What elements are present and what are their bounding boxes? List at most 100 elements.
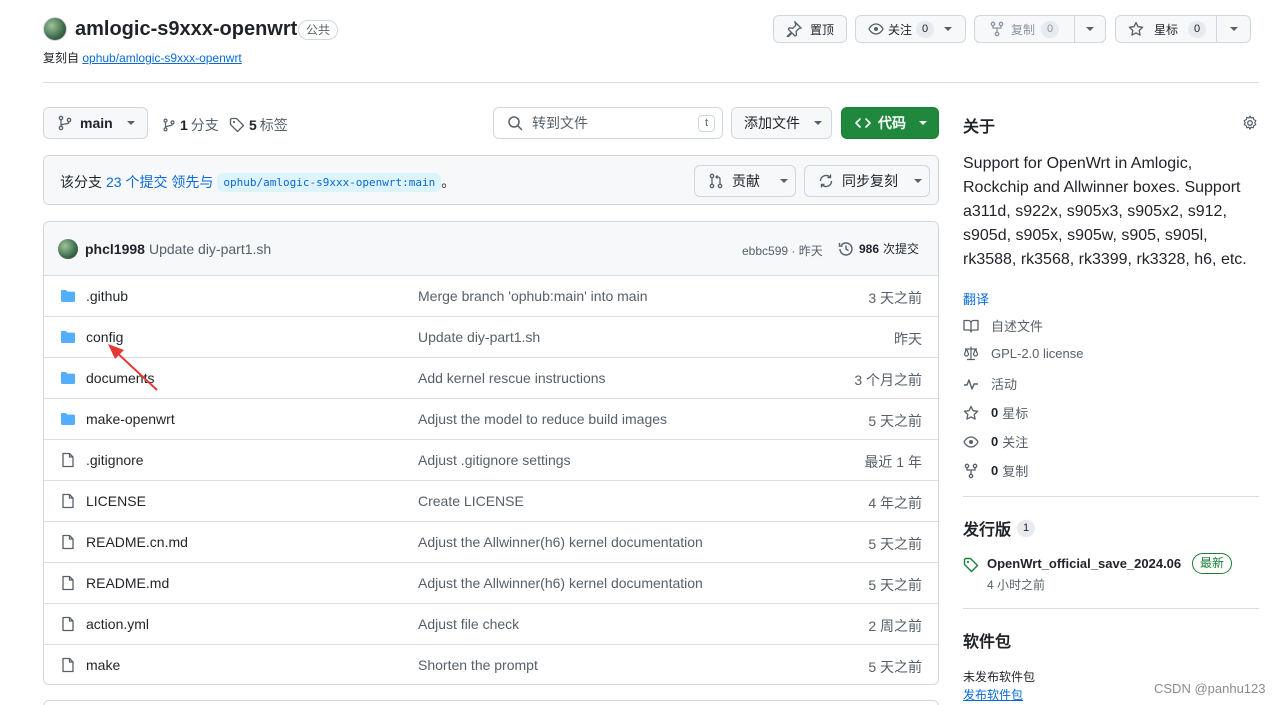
- translate-link[interactable]: 翻译: [963, 289, 989, 308]
- commit-message[interactable]: Update diy-part1.sh: [149, 241, 271, 257]
- folder-icon: [60, 411, 76, 427]
- branch-count-icon: [163, 118, 175, 132]
- activity-label: 活动: [991, 377, 1018, 392]
- repo-name[interactable]: amlogic-s9xxx-openwrt: [75, 18, 297, 41]
- file-row[interactable]: LICENSE Create LICENSE 4 年之前: [44, 480, 938, 521]
- file-row[interactable]: README.cn.md Adjust the Allwinner(h6) ker…: [44, 521, 938, 562]
- file-icon: [60, 575, 76, 591]
- tags-link[interactable]: 5 标签: [229, 115, 288, 135]
- file-commit-time: 3 个月之前: [854, 372, 922, 388]
- forked-from: 复刻自 ophub/amlogic-s9xxx-openwrt: [43, 49, 242, 66]
- pin-button[interactable]: 置顶: [773, 15, 847, 43]
- publish-package-link[interactable]: 发布软件包: [963, 686, 1023, 703]
- commit-hash-time[interactable]: ebbc599 · 昨天: [742, 242, 823, 259]
- tag-icon: [229, 117, 245, 133]
- branch-caret-icon: [126, 121, 135, 125]
- sync-icon: [819, 174, 833, 188]
- file-name[interactable]: make: [86, 657, 120, 673]
- readme-label: 自述文件: [991, 319, 1044, 334]
- branch-icon: [58, 115, 72, 131]
- repo-avatar[interactable]: [43, 17, 67, 41]
- file-row[interactable]: .github Merge branch 'ophub:main' into ma…: [44, 275, 938, 316]
- file-row[interactable]: action.yml Adjust file check 2 周之前: [44, 603, 938, 644]
- code-label: 代码: [878, 115, 906, 131]
- file-commit-message[interactable]: Shorten the prompt: [418, 657, 538, 673]
- file-icon: [60, 452, 76, 468]
- file-row[interactable]: .gitignore Adjust .gitignore settings 最近 1…: [44, 439, 938, 480]
- file-commit-message[interactable]: Create LICENSE: [418, 493, 524, 509]
- star-caret-icon: [1229, 27, 1238, 31]
- file-commit-message[interactable]: Adjust file check: [418, 616, 519, 632]
- forked-prefix: 复刻自: [43, 51, 80, 65]
- file-name[interactable]: make-openwrt: [86, 411, 175, 427]
- file-commit-message[interactable]: Update diy-part1.sh: [418, 329, 540, 345]
- file-commit-time: 4 年之前: [868, 495, 922, 511]
- forked-from-link[interactable]: ophub/amlogic-s9xxx-openwrt: [82, 51, 241, 65]
- file-commit-message[interactable]: Adjust the Allwinner(h6) kernel document…: [418, 534, 703, 550]
- file-row[interactable]: config Update diy-part1.sh 昨天: [44, 316, 938, 357]
- latest-release-badge: 最新: [1192, 553, 1233, 574]
- law-scale-icon: [963, 346, 979, 361]
- go-to-file-search[interactable]: 转到文件 t: [493, 107, 723, 139]
- next-section-edge: [43, 700, 939, 705]
- sync-fork-button[interactable]: 同步复刻: [804, 165, 930, 197]
- tags-label: 标签: [259, 117, 288, 133]
- star-button[interactable]: 星标 0: [1115, 15, 1217, 43]
- packages-title[interactable]: 软件包: [963, 628, 1011, 652]
- releases-heading[interactable]: 发行版 1: [963, 516, 1036, 540]
- contribute-button[interactable]: 贡献: [694, 165, 796, 197]
- file-commit-message[interactable]: Adjust the model to reduce build images: [418, 411, 667, 427]
- branches-link[interactable]: 1 分支: [162, 115, 219, 135]
- file-name[interactable]: .github: [86, 288, 128, 304]
- license-link[interactable]: GPL-2.0 license: [963, 345, 1084, 361]
- branch-selector[interactable]: main: [43, 107, 148, 139]
- contribute-label: 贡献: [732, 173, 760, 189]
- file-name[interactable]: action.yml: [86, 616, 149, 632]
- file-row[interactable]: documents Add kernel rescue instructions 3…: [44, 357, 938, 398]
- file-commit-message[interactable]: Adjust the Allwinner(h6) kernel document…: [418, 575, 703, 591]
- ahead-commits-link[interactable]: 23 个提交 领先与: [106, 172, 213, 192]
- watermark: CSDN @panhu123: [1154, 681, 1266, 696]
- star-dropdown-button[interactable]: [1216, 15, 1251, 43]
- commits-history-link[interactable]: 986 次提交: [838, 240, 919, 257]
- code-button[interactable]: 代码: [841, 107, 939, 139]
- latest-release-link[interactable]: OpenWrt_official_save_2024.06: [987, 556, 1181, 571]
- watchers-link[interactable]: 0 关注: [963, 432, 1028, 451]
- forks-label: 复制: [1002, 464, 1029, 479]
- latest-release-time: 4 小时之前: [987, 578, 1046, 592]
- annotation-arrow: [108, 344, 158, 391]
- file-name[interactable]: LICENSE: [86, 493, 146, 509]
- upstream-ref[interactable]: ophub/amlogic-s9xxx-openwrt:main: [217, 172, 442, 192]
- file-name[interactable]: .gitignore: [86, 452, 144, 468]
- star-label: 星标: [1154, 22, 1179, 37]
- watch-count: 0: [916, 20, 935, 38]
- releases-title: 发行版: [963, 522, 1012, 539]
- settings-gear-icon[interactable]: [1242, 115, 1258, 131]
- file-commit-message[interactable]: Adjust .gitignore settings: [418, 452, 571, 468]
- watch-button[interactable]: 关注 0: [855, 15, 966, 43]
- commit-author-avatar[interactable]: [58, 239, 78, 259]
- file-name[interactable]: README.cn.md: [86, 534, 188, 550]
- forks-link[interactable]: 0 复制: [963, 461, 1028, 480]
- star-outline-icon: [963, 405, 979, 420]
- file-row[interactable]: make Shorten the prompt 5 天之前: [44, 644, 938, 684]
- file-row[interactable]: README.md Adjust the Allwinner(h6) kernel…: [44, 562, 938, 603]
- fork-dropdown-button[interactable]: [1074, 15, 1106, 43]
- fork-button[interactable]: 复制 0: [974, 15, 1075, 43]
- commit-author[interactable]: phcl1998: [85, 241, 145, 257]
- watch-caret-icon: [944, 27, 953, 31]
- fork-icon: [990, 21, 1004, 37]
- visibility-badge: 公共: [298, 20, 339, 40]
- readme-link[interactable]: 自述文件: [963, 316, 1043, 335]
- file-row[interactable]: make-openwrt Adjust the model to reduce b…: [44, 398, 938, 439]
- add-file-button[interactable]: 添加文件: [731, 107, 832, 139]
- packages-empty-text: 未发布软件包: [963, 670, 1036, 684]
- branches-label: 分支: [190, 117, 219, 133]
- about-title: 关于: [963, 119, 996, 136]
- stars-link[interactable]: 0 星标: [963, 403, 1028, 422]
- release-tag-icon: [963, 557, 979, 573]
- activity-link[interactable]: 活动: [963, 374, 1017, 393]
- file-name[interactable]: README.md: [86, 575, 169, 591]
- file-commit-message[interactable]: Add kernel rescue instructions: [418, 370, 606, 386]
- file-commit-message[interactable]: Merge branch 'ophub:main' into main: [418, 288, 647, 304]
